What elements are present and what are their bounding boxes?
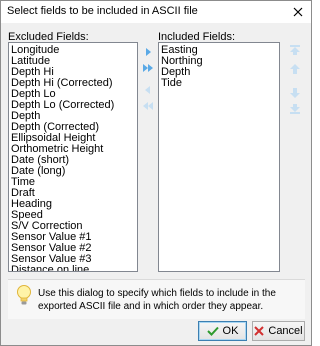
window-title: Select fields to be included in ASCII fi… <box>7 5 198 17</box>
cancel-x-icon <box>254 326 265 336</box>
remove-all-fields-button[interactable] <box>140 98 156 114</box>
ok-label: OK <box>222 325 239 337</box>
close-icon <box>293 7 303 17</box>
excluded-fields-list[interactable]: Longitude Latitude Depth Hi Depth Hi (Corre… <box>8 42 138 272</box>
dialog-window: Select fields to be included in ASCII fi… <box>0 0 312 346</box>
move-bottom-icon <box>290 104 300 114</box>
close-button[interactable] <box>289 3 307 21</box>
move-up-button[interactable] <box>287 61 303 77</box>
ok-button[interactable]: OK <box>198 321 247 341</box>
cancel-button[interactable]: Cancel <box>252 321 305 341</box>
arrow-left-icon <box>145 86 150 94</box>
info-panel: Use this dialog to specify which fields … <box>8 279 305 319</box>
checkmark-icon <box>206 326 219 336</box>
lightbulb-icon <box>17 285 31 305</box>
add-all-fields-button[interactable] <box>140 60 156 76</box>
title-bar: Select fields to be included in ASCII fi… <box>1 1 311 23</box>
cancel-label: Cancel <box>268 325 303 337</box>
move-top-button[interactable] <box>287 42 303 58</box>
info-text: Use this dialog to specify which fields … <box>38 288 276 312</box>
remove-field-button[interactable] <box>140 82 156 98</box>
move-up-icon <box>290 64 300 74</box>
double-arrow-left-icon <box>143 102 153 110</box>
arrow-right-icon <box>146 48 151 56</box>
move-down-icon <box>290 88 300 98</box>
list-item[interactable]: Tide <box>161 78 279 89</box>
move-down-button[interactable] <box>287 85 303 101</box>
list-item[interactable]: Distance on line <box>11 265 137 272</box>
move-bottom-button[interactable] <box>287 101 303 117</box>
double-arrow-right-icon <box>143 64 153 72</box>
move-top-icon <box>290 45 300 55</box>
add-field-button[interactable] <box>140 44 156 60</box>
included-fields-list[interactable]: Easting Northing Depth Tide <box>158 42 280 272</box>
